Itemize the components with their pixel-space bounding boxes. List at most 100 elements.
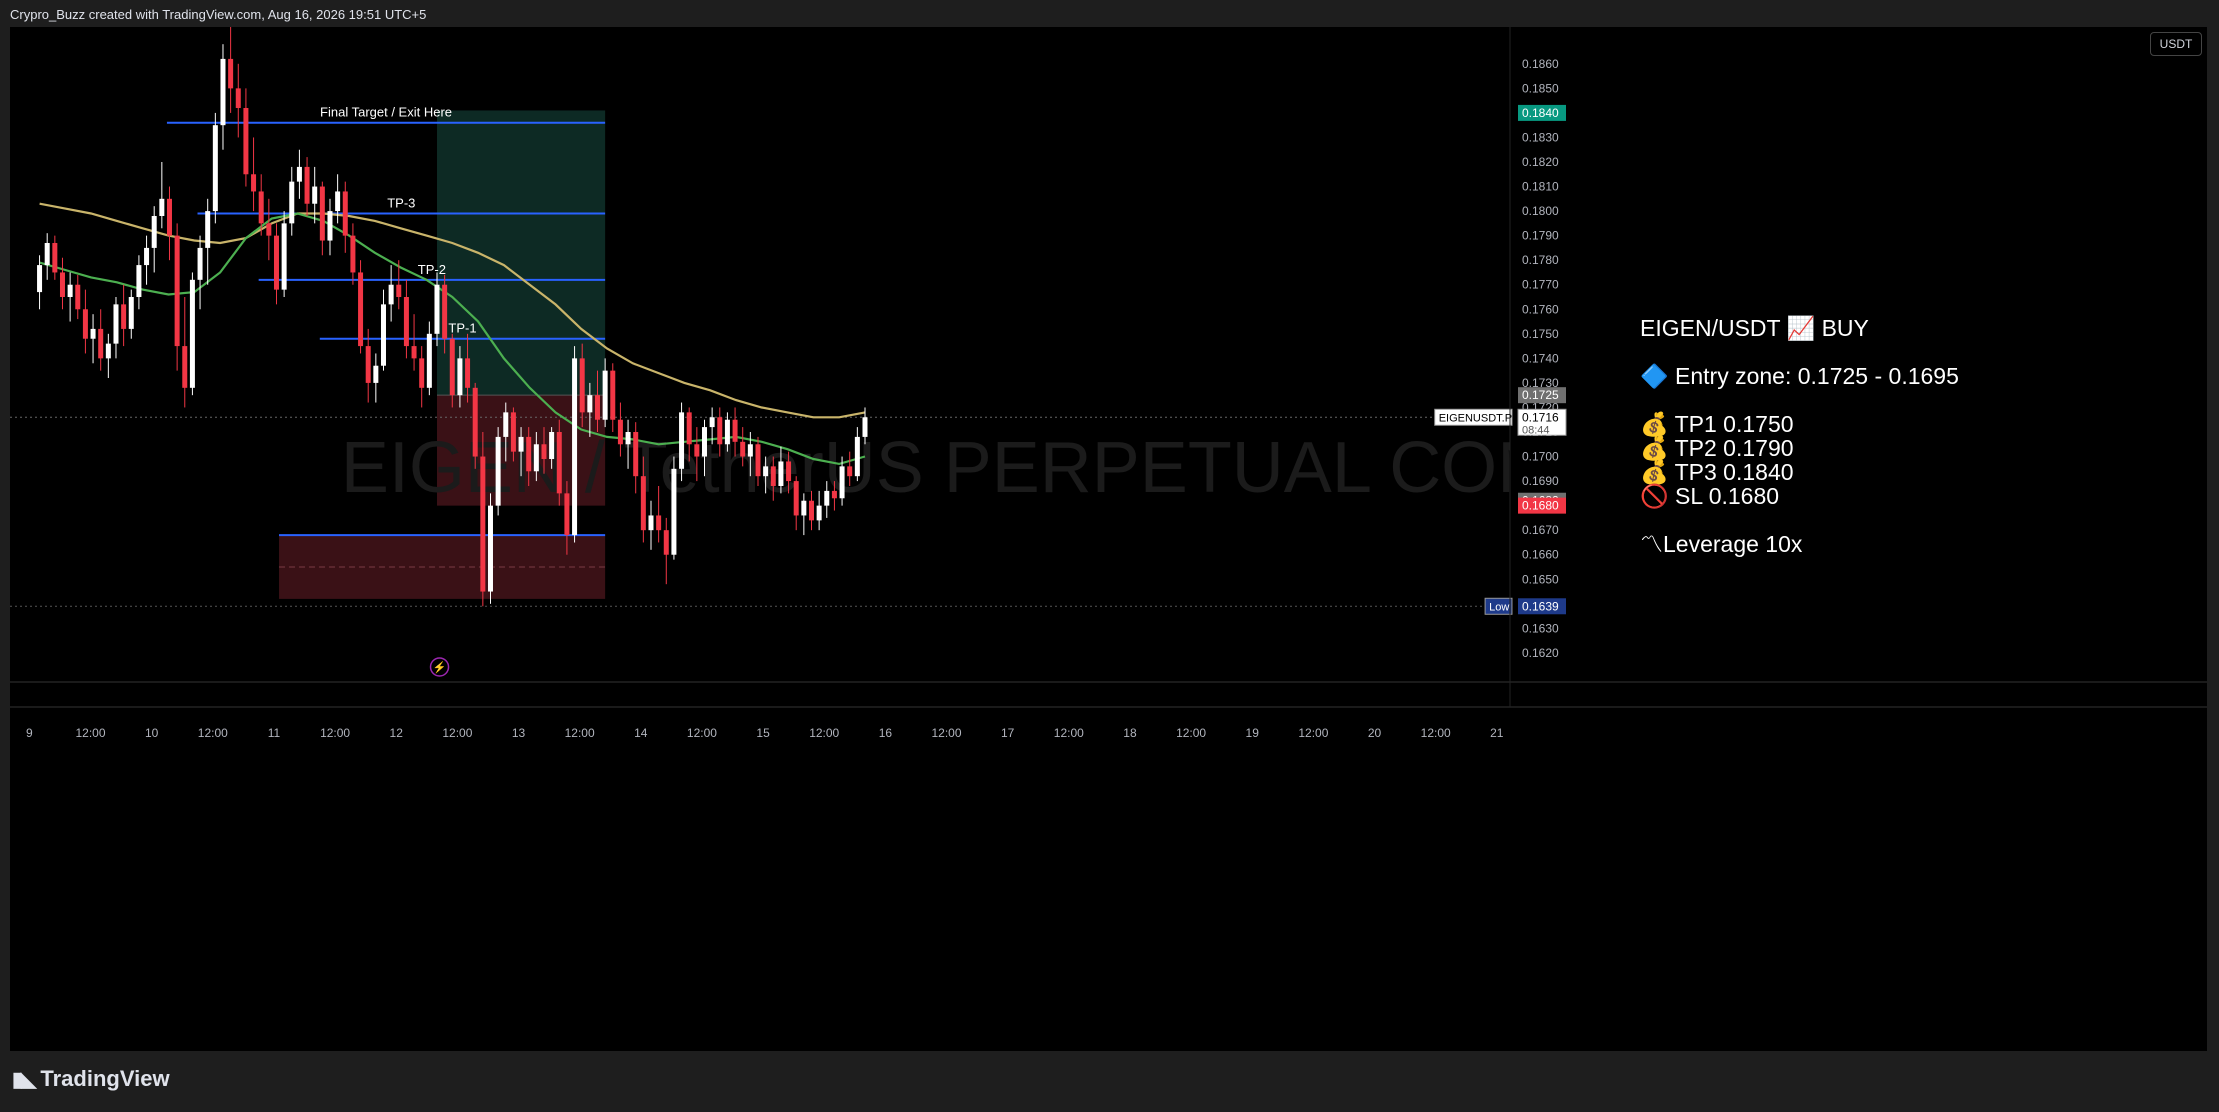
candle-body bbox=[640, 476, 646, 531]
candle-body bbox=[121, 304, 127, 329]
candle-body bbox=[44, 243, 50, 266]
candle-body bbox=[327, 211, 333, 241]
x-tick-label: 11 bbox=[268, 726, 281, 740]
candle bbox=[472, 382, 478, 469]
candle-body bbox=[617, 419, 623, 445]
candle-body bbox=[549, 432, 555, 459]
candle bbox=[388, 265, 394, 322]
candle-body bbox=[510, 412, 516, 452]
candle bbox=[75, 274, 81, 320]
candle-body bbox=[411, 346, 417, 359]
price-tag-label: 0.1716 bbox=[1522, 410, 1559, 424]
x-tick-label: 21 bbox=[1490, 726, 1504, 740]
candle-body bbox=[82, 309, 88, 339]
x-tick-label: 12:00 bbox=[1298, 726, 1328, 740]
tp2-text: 💰 TP2 0.1790 bbox=[1640, 435, 1794, 461]
candle-body bbox=[113, 304, 119, 344]
y-tick-label: 0.1660 bbox=[1522, 548, 1559, 562]
candle bbox=[166, 186, 172, 261]
y-tick-label: 0.1780 bbox=[1522, 253, 1559, 267]
candle-body bbox=[266, 223, 272, 236]
candle bbox=[671, 456, 677, 560]
candle bbox=[304, 157, 310, 216]
y-tick-label: 0.1630 bbox=[1522, 621, 1559, 635]
candle bbox=[358, 260, 364, 354]
candle-body bbox=[281, 223, 287, 290]
candle-body bbox=[656, 515, 662, 531]
candle-body bbox=[75, 284, 81, 310]
candle bbox=[121, 284, 127, 347]
candle bbox=[235, 63, 241, 138]
x-tick-label: 18 bbox=[1123, 726, 1137, 740]
x-tick-label: 16 bbox=[879, 726, 893, 740]
candle-body bbox=[495, 436, 501, 506]
candle-body bbox=[633, 432, 639, 477]
candle bbox=[159, 162, 165, 229]
candle-body bbox=[747, 444, 753, 457]
candle-body bbox=[763, 466, 769, 477]
candle-body bbox=[189, 279, 195, 388]
y-tick-label: 0.1750 bbox=[1522, 327, 1559, 341]
candle bbox=[426, 321, 432, 396]
candle-body bbox=[105, 343, 111, 359]
x-tick-label: 14 bbox=[634, 726, 648, 740]
y-tick-label: 0.1830 bbox=[1522, 130, 1559, 144]
candle bbox=[197, 235, 203, 310]
trade-info-box: EIGEN/USDT 📈 BUY 🔷 Entry zone: 0.1725 - … bbox=[1640, 316, 1959, 556]
x-tick-label: 12:00 bbox=[198, 726, 228, 740]
candle bbox=[205, 198, 211, 285]
candle-body bbox=[373, 365, 379, 383]
candle-body bbox=[403, 297, 409, 347]
candle-body bbox=[740, 441, 746, 457]
candle bbox=[610, 363, 616, 432]
candle-body bbox=[434, 284, 440, 334]
candle bbox=[572, 346, 578, 543]
leverage-text: 〽Leverage 10x bbox=[1640, 531, 1803, 557]
candle bbox=[273, 223, 279, 305]
level-label-2: TP-3 bbox=[387, 196, 415, 211]
candle-body bbox=[251, 174, 257, 192]
candle bbox=[487, 493, 493, 604]
x-tick-label: 12 bbox=[390, 726, 404, 740]
y-tick-label: 0.1620 bbox=[1522, 646, 1559, 660]
candle bbox=[793, 476, 799, 531]
tradingview-logo-text: TradingView bbox=[40, 1066, 170, 1091]
candle-body bbox=[541, 444, 547, 459]
candle-body bbox=[847, 466, 853, 477]
candle bbox=[327, 198, 333, 256]
x-tick-label: 12:00 bbox=[1054, 726, 1084, 740]
candle-body bbox=[319, 186, 325, 241]
x-tick-label: 13 bbox=[512, 726, 526, 740]
y-tick-label: 0.1650 bbox=[1522, 572, 1559, 586]
candle-body bbox=[220, 58, 226, 126]
tradingview-logo[interactable]: ▮◣ TradingView bbox=[12, 1066, 170, 1092]
candle-body bbox=[518, 436, 524, 452]
candle-body bbox=[778, 461, 784, 486]
candle-body bbox=[174, 235, 180, 347]
candle-body bbox=[801, 500, 807, 516]
y-tick-label: 0.1790 bbox=[1522, 229, 1559, 243]
candle-body bbox=[793, 481, 799, 516]
candle bbox=[251, 137, 257, 212]
candle-body bbox=[426, 333, 432, 388]
candle-body bbox=[365, 346, 371, 383]
candle bbox=[403, 279, 409, 359]
candle-body bbox=[625, 432, 631, 445]
candle-body bbox=[579, 358, 585, 413]
candle-body bbox=[98, 328, 104, 359]
candle bbox=[365, 328, 371, 403]
y-tick-label: 0.1740 bbox=[1522, 351, 1559, 365]
candle bbox=[174, 223, 180, 371]
tradingview-logo-icon: ▮◣ bbox=[12, 1068, 36, 1091]
candle-body bbox=[235, 88, 241, 108]
candle bbox=[480, 432, 486, 607]
author-caption: Crypro_Buzz created with TradingView.com… bbox=[10, 7, 427, 22]
candle-body bbox=[243, 108, 249, 175]
candle bbox=[105, 333, 111, 378]
candle-body bbox=[67, 284, 73, 297]
candle-body bbox=[526, 436, 532, 472]
footer-bar bbox=[0, 1051, 2219, 1112]
candle-body bbox=[128, 297, 134, 329]
x-tick-label: 12:00 bbox=[320, 726, 350, 740]
currency-button[interactable]: USDT bbox=[2150, 32, 2202, 56]
